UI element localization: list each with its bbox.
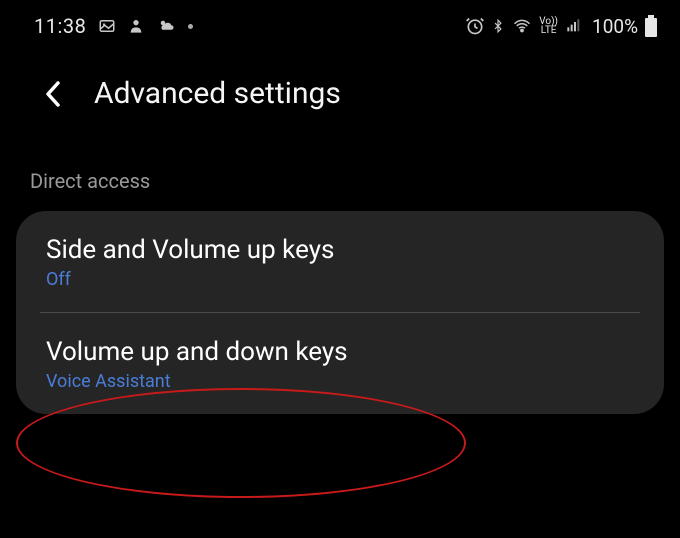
page-title: Advanced settings bbox=[94, 76, 341, 111]
person-icon bbox=[128, 17, 144, 35]
section-label: Direct access bbox=[0, 139, 680, 211]
list-item-volume-up-down[interactable]: Volume up and down keys Voice Assistant bbox=[16, 313, 664, 414]
weather-icon bbox=[156, 17, 176, 35]
back-button[interactable] bbox=[40, 81, 66, 107]
status-time: 11:38 bbox=[34, 14, 86, 38]
alarm-icon bbox=[465, 16, 485, 36]
volte-icon: Vo))LTE bbox=[539, 17, 558, 35]
list-item-title: Volume up and down keys bbox=[46, 337, 634, 367]
image-icon bbox=[98, 17, 116, 35]
list-item-title: Side and Volume up keys bbox=[46, 235, 634, 265]
bluetooth-icon bbox=[491, 16, 505, 36]
list-item-sub: Voice Assistant bbox=[46, 371, 634, 392]
list-item-side-volume-up[interactable]: Side and Volume up keys Off bbox=[16, 211, 664, 312]
wifi-icon bbox=[511, 17, 533, 35]
page-header: Advanced settings bbox=[0, 48, 680, 139]
notification-dot-icon bbox=[188, 24, 193, 29]
status-left: 11:38 bbox=[34, 14, 193, 38]
battery-icon bbox=[644, 15, 658, 37]
settings-card: Side and Volume up keys Off Volume up an… bbox=[16, 211, 664, 414]
status-right: Vo))LTE 100% bbox=[465, 15, 658, 38]
signal-icon bbox=[564, 18, 584, 34]
status-bar: 11:38 Vo))LTE 100% bbox=[0, 0, 680, 48]
list-item-sub: Off bbox=[46, 269, 634, 290]
battery-percent: 100% bbox=[592, 15, 638, 38]
